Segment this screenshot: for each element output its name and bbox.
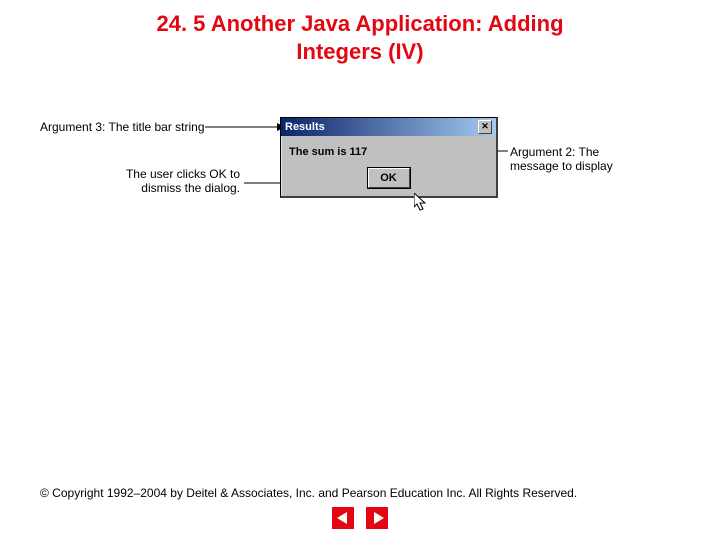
triangle-left-icon <box>337 512 347 524</box>
close-icon[interactable]: ✕ <box>478 120 492 134</box>
slide-title: 24. 5 Another Java Application: Adding I… <box>0 0 720 65</box>
title-line1: 24. 5 Another Java Application: Adding <box>156 11 563 36</box>
prev-button[interactable] <box>332 507 354 529</box>
nav-buttons <box>0 507 720 534</box>
title-line2: Integers (IV) <box>296 39 423 64</box>
ok-button[interactable]: OK <box>368 168 410 188</box>
annotation-message: Argument 2: The message to display <box>510 145 660 174</box>
dialog-title-text: Results <box>285 118 325 136</box>
annotation-ok: The user clicks OK to dismiss the dialog… <box>100 167 240 196</box>
copyright-text: © Copyright 1992–2004 by Deitel & Associ… <box>40 486 680 500</box>
dialog-message: The sum is 117 <box>289 146 488 158</box>
dialog-body: The sum is 117 OK <box>281 136 496 196</box>
annotation-msg-line2: message to display <box>510 159 613 173</box>
next-button[interactable] <box>366 507 388 529</box>
dialog-button-row: OK <box>289 168 488 188</box>
dialog-titlebar: Results ✕ <box>281 118 496 136</box>
annotation-ok-line2: dismiss the dialog. <box>141 181 240 195</box>
triangle-right-icon <box>374 512 384 524</box>
results-dialog: Results ✕ The sum is 117 OK <box>280 117 498 198</box>
arrow-to-titlebar <box>205 123 285 133</box>
annotation-ok-line1: The user clicks OK to <box>126 167 240 181</box>
annotation-msg-line1: Argument 2: The <box>510 145 599 159</box>
diagram-area: Argument 3: The title bar string The use… <box>0 105 720 285</box>
